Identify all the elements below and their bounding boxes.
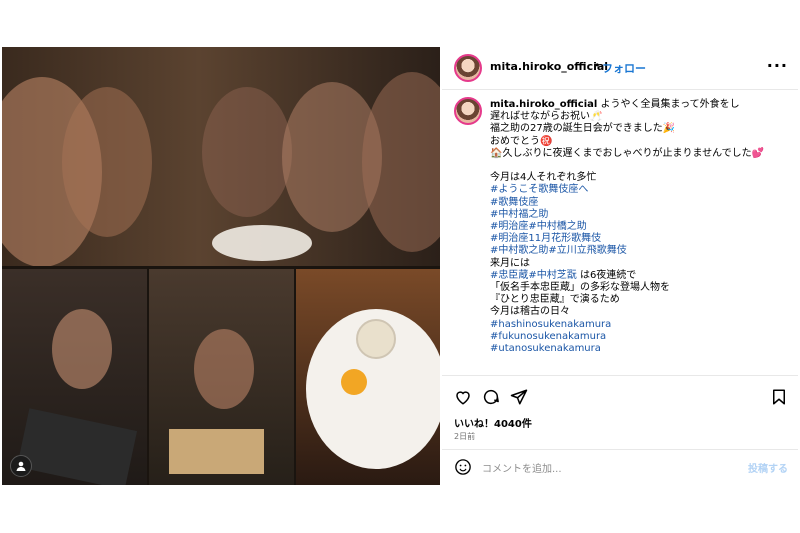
like-count[interactable]: いいね！4040件 bbox=[454, 415, 532, 430]
emoji-icon[interactable] bbox=[454, 458, 472, 476]
photo-gift-box bbox=[2, 269, 147, 485]
share-icon[interactable] bbox=[510, 388, 528, 406]
hashtag[interactable]: #fukunosukenakamura bbox=[490, 331, 790, 343]
hashtag[interactable]: #中村福之助 bbox=[490, 209, 790, 221]
hashtag[interactable]: #utanosukenakamura bbox=[490, 343, 790, 355]
hashtag[interactable]: #明治座#中村橋之助 bbox=[490, 221, 790, 233]
post-sidebar: mita.hiroko_official • フォロー ··· mita.hir… bbox=[442, 47, 798, 485]
avatar[interactable] bbox=[454, 54, 482, 82]
more-options-icon[interactable]: ··· bbox=[767, 56, 788, 75]
heart-icon[interactable] bbox=[454, 388, 472, 406]
bookmark-icon[interactable] bbox=[770, 388, 788, 406]
caption-avatar[interactable] bbox=[454, 97, 482, 125]
action-bar bbox=[442, 375, 798, 416]
hashtag[interactable]: #中村歌之助#立川立飛歌舞伎 bbox=[490, 245, 790, 257]
follow-button[interactable]: フォロー bbox=[602, 60, 646, 76]
user-tag-icon[interactable] bbox=[10, 455, 32, 477]
photo-group-dinner bbox=[2, 47, 440, 266]
comment-bar: コメントを追加... 投稿する bbox=[442, 449, 798, 486]
caption: mita.hiroko_official ようやく全員集まって外食をし 遅ればせな… bbox=[442, 91, 798, 374]
hashtag[interactable]: #明治座11月花形歌舞伎 bbox=[490, 233, 790, 245]
post-comment-button[interactable]: 投稿する bbox=[748, 460, 788, 475]
post-header: mita.hiroko_official • フォロー ··· bbox=[442, 47, 798, 90]
caption-text: mita.hiroko_official ようやく全員集まって外食をし 遅ればせな… bbox=[490, 99, 790, 355]
hashtag[interactable]: #歌舞伎座 bbox=[490, 197, 790, 209]
photo-opening-box bbox=[149, 269, 294, 485]
hashtag[interactable]: #忠臣蔵#中村芝翫 bbox=[490, 270, 577, 281]
comment-icon[interactable] bbox=[482, 388, 500, 406]
post-date[interactable]: 2日前 bbox=[454, 431, 475, 442]
username-link[interactable]: mita.hiroko_official bbox=[490, 60, 608, 73]
separator: • bbox=[594, 59, 601, 72]
hashtag[interactable]: #hashinosukenakamura bbox=[490, 319, 790, 331]
comment-input[interactable]: コメントを追加... bbox=[482, 460, 562, 475]
post-media[interactable] bbox=[2, 47, 440, 485]
caption-username[interactable]: mita.hiroko_official bbox=[490, 99, 597, 110]
photo-birthday-plate bbox=[296, 269, 440, 485]
hashtag[interactable]: #ようこそ歌舞伎座へ bbox=[490, 184, 790, 196]
instagram-post: mita.hiroko_official • フォロー ··· mita.hir… bbox=[2, 47, 798, 485]
